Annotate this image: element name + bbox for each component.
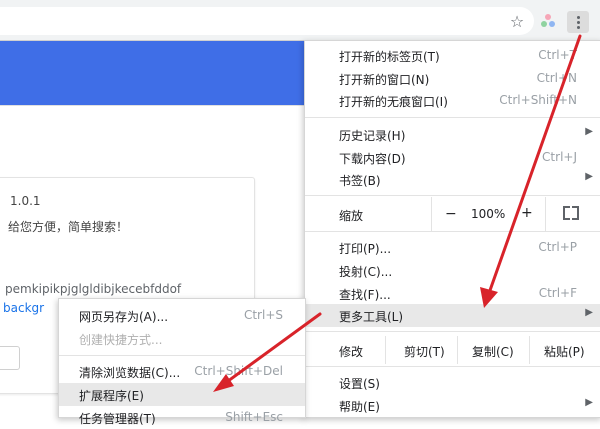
- menu-item-label: 历史记录(H): [339, 129, 406, 143]
- menu-item-shortcut: Ctrl+T: [538, 48, 577, 62]
- menu-item-label: 书签(B): [339, 174, 381, 188]
- menu-item-label: 设置(S): [339, 377, 380, 391]
- menu-item-label: 更多工具(L): [339, 310, 404, 324]
- submenu-item-shortcut: Ctrl+Shift+Del: [194, 364, 283, 378]
- copy-label: 复制(C): [472, 345, 514, 359]
- header-divider: [0, 105, 305, 106]
- extension-version: 1.0.1: [10, 194, 41, 208]
- menu-item-new-window[interactable]: 打开新的窗口(N) Ctrl+N: [305, 67, 600, 90]
- extension-description: ，给您方便，简单搜索！: [0, 220, 129, 234]
- submenu-arrow-icon: ▶: [585, 171, 593, 182]
- submenu-item-shortcut: Shift+Esc: [225, 410, 283, 424]
- menu-item-print[interactable]: 打印(P)... Ctrl+P: [305, 236, 600, 259]
- menu-item-shortcut: Ctrl+J: [542, 150, 577, 164]
- fullscreen-icon[interactable]: [563, 206, 579, 220]
- submenu-item-label: 网页另存为(A)...: [79, 310, 169, 324]
- zoom-divider: [431, 197, 432, 231]
- card-button[interactable]: [0, 346, 20, 370]
- menu-separator: [305, 195, 600, 196]
- edit-label: 修改: [339, 345, 364, 359]
- menu-item-label: 下载内容(D): [339, 152, 406, 166]
- menu-item-shortcut: Ctrl+N: [536, 71, 577, 85]
- browser-main-menu: 打开新的标签页(T) Ctrl+T 打开新的窗口(N) Ctrl+N 打开新的无…: [304, 40, 600, 418]
- menu-item-settings[interactable]: 设置(S): [305, 371, 600, 394]
- cut-label: 剪切(T): [404, 345, 445, 359]
- menu-item-shortcut: Ctrl+P: [538, 240, 577, 254]
- address-bar[interactable]: [0, 7, 534, 35]
- paste-label: 粘贴(P): [544, 345, 585, 359]
- menu-item-shortcut: Ctrl+F: [538, 286, 577, 300]
- submenu-item-label: 扩展程序(E): [79, 389, 144, 403]
- menu-item-more-tools[interactable]: 更多工具(L) ▶: [305, 304, 600, 327]
- submenu-item-clear-data[interactable]: 清除浏览数据(C)... Ctrl+Shift+Del: [59, 360, 305, 383]
- browser-toolbar: ☆: [0, 0, 600, 41]
- menu-separator: [305, 231, 600, 232]
- zoom-out-button[interactable]: −: [445, 206, 457, 222]
- submenu-item-label: 创建快捷方式...: [79, 333, 163, 347]
- extension-id: pemkipikpjglgldibjkecebfddof: [5, 282, 182, 296]
- menu-item-bookmarks[interactable]: 书签(B) ▶: [305, 168, 600, 191]
- submenu-item-task-manager[interactable]: 任务管理器(T) Shift+Esc: [59, 406, 305, 429]
- menu-item-shortcut: Ctrl+Shift+N: [499, 93, 577, 107]
- submenu-arrow-icon: ▶: [585, 397, 593, 408]
- menu-item-label: 打开新的标签页(T): [339, 50, 440, 64]
- zoom-label: 缩放: [339, 209, 364, 223]
- submenu-item-label: 清除浏览数据(C)...: [79, 366, 181, 380]
- zoom-divider: [545, 197, 546, 231]
- menu-item-label: 投射(C)...: [339, 265, 393, 279]
- menu-item-cast[interactable]: 投射(C)...: [305, 259, 600, 282]
- menu-item-label: 查找(F)...: [339, 288, 391, 302]
- menu-item-label: 打开新的无痕窗口(I): [339, 95, 448, 109]
- extension-icon[interactable]: [540, 12, 558, 30]
- zoom-level: 100%: [471, 207, 506, 221]
- zoom-in-button[interactable]: +: [521, 205, 533, 221]
- menu-separator: [305, 366, 600, 367]
- paste-button[interactable]: 粘贴(P): [529, 336, 600, 364]
- page-header-band: [0, 41, 305, 105]
- submenu-item-save-page[interactable]: 网页另存为(A)... Ctrl+S: [59, 304, 305, 327]
- background-page-link[interactable]: backgr: [3, 301, 44, 315]
- zoom-row: 缩放 − 100% +: [305, 197, 600, 231]
- menu-separator: [59, 355, 305, 356]
- menu-item-incognito[interactable]: 打开新的无痕窗口(I) Ctrl+Shift+N: [305, 89, 600, 112]
- submenu-arrow-icon: ▶: [585, 307, 593, 318]
- three-dot-menu-icon[interactable]: [567, 11, 589, 33]
- menu-item-label: 打印(P)...: [339, 242, 392, 256]
- copy-button[interactable]: 复制(C): [457, 336, 530, 364]
- menu-item-history[interactable]: 历史记录(H) ▶: [305, 123, 600, 146]
- menu-item-help[interactable]: 帮助(E) ▶: [305, 394, 600, 417]
- star-icon[interactable]: ☆: [508, 13, 526, 31]
- menu-item-label: 帮助(E): [339, 400, 380, 414]
- edit-row: 修改 剪切(T) 复制(C) 粘贴(P): [305, 336, 600, 364]
- menu-item-label: 打开新的窗口(N): [339, 73, 430, 87]
- submenu-item-shortcut: Ctrl+S: [243, 308, 283, 322]
- cut-button[interactable]: 剪切(T): [385, 336, 458, 364]
- submenu-item-extensions[interactable]: 扩展程序(E): [59, 383, 305, 406]
- menu-item-find[interactable]: 查找(F)... Ctrl+F: [305, 282, 600, 305]
- menu-separator: [305, 331, 600, 332]
- menu-item-new-tab[interactable]: 打开新的标签页(T) Ctrl+T: [305, 44, 600, 67]
- submenu-item-create-shortcut[interactable]: 创建快捷方式...: [59, 327, 305, 350]
- menu-item-downloads[interactable]: 下载内容(D) Ctrl+J: [305, 146, 600, 169]
- menu-separator: [305, 117, 600, 118]
- more-tools-submenu: 网页另存为(A)... Ctrl+S 创建快捷方式... 清除浏览数据(C)..…: [58, 298, 306, 426]
- submenu-arrow-icon: ▶: [585, 126, 593, 137]
- submenu-item-label: 任务管理器(T): [79, 412, 156, 426]
